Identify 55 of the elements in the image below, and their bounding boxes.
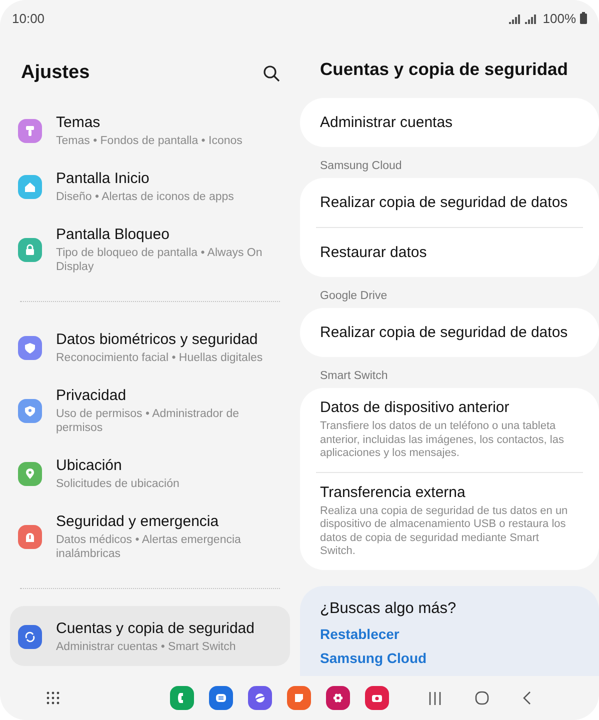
suggestions-title: ¿Buscas algo más? xyxy=(320,600,458,618)
phone-app-icon[interactable] xyxy=(170,686,194,710)
suggestion-link[interactable]: Restablecer xyxy=(320,626,400,642)
page-title: Cuentas y copia de seguridad xyxy=(320,58,568,80)
camera-app-icon[interactable] xyxy=(365,686,389,710)
item-subtitle: Solicitudes de ubicación xyxy=(56,477,180,491)
back-icon[interactable] xyxy=(523,691,531,705)
entry-description: Realiza una copia de seguridad de tus datos en un dispositivo de almacenamiento USB o restaura los datos de copia de seguridad mediante Smart Switch. xyxy=(320,504,569,558)
planet-app-icon[interactable] xyxy=(248,686,272,710)
settings-item[interactable]: Datos biométricos y seguridad Reconocimiento facial • Huellas digitales xyxy=(10,319,290,375)
entry-description: Transfiere los datos de un teléfono o una tableta anterior, incluidas las imágenes, los contactos, las aplicaciones y los mensajes. xyxy=(320,420,565,460)
battery-icon xyxy=(580,12,587,24)
item-subtitle: Uso de permisos • Administrador de permisos xyxy=(56,407,240,435)
menu-entry[interactable]: Administrar cuentas xyxy=(320,114,579,131)
item-subtitle: Administrar cuentas • Smart Switch xyxy=(56,640,237,654)
menu-entry[interactable]: Restaurar datos xyxy=(320,244,579,261)
suggestion-link[interactable]: Samsung Cloud xyxy=(320,650,427,666)
settings-item[interactable]: Pantalla Inicio Diseño • Alertas de iconos de apps xyxy=(10,158,290,214)
menu-entry[interactable]: Realizar copia de seguridad de datos xyxy=(320,194,579,211)
item-title: Temas xyxy=(56,114,102,131)
recent-apps-icon[interactable] xyxy=(429,692,441,704)
settings-title: Ajustes xyxy=(21,62,90,84)
home-button-icon[interactable] xyxy=(475,691,489,705)
item-subtitle: Temas • Fondos de pantalla • Iconos xyxy=(56,134,242,148)
signal-icon xyxy=(508,12,539,24)
item-subtitle: Tipo de bloqueo de pantalla • Always On Display xyxy=(56,246,264,274)
chat-app-icon[interactable] xyxy=(209,686,233,710)
settings-item[interactable]: Temas Temas • Fondos de pantalla • Iconos xyxy=(10,102,290,158)
menu-entry[interactable]: Transferencia externa xyxy=(320,484,577,500)
settings-item[interactable]: Pantalla Bloqueo Tipo de bloqueo de pantalla • Always On Display xyxy=(10,214,290,284)
apps-grid-icon[interactable] xyxy=(46,691,60,705)
item-subtitle: Reconocimiento facial • Huellas digitales xyxy=(56,351,263,365)
item-title: Privacidad xyxy=(56,387,128,404)
item-title: Datos biométricos y seguridad xyxy=(56,331,259,348)
item-title: Ubicación xyxy=(56,457,123,474)
menu-entry[interactable]: Realizar copia de seguridad de datos xyxy=(320,324,579,341)
item-title: Cuentas y copia de seguridad xyxy=(56,620,254,637)
item-title: Seguridad y emergencia xyxy=(56,513,220,530)
section-header: Google Drive xyxy=(319,289,388,304)
settings-item[interactable]: Seguridad y emergencia Datos médicos • Alertas emergencia inalámbricas xyxy=(10,501,290,571)
clock-time: 10:00 xyxy=(12,10,45,26)
search-icon[interactable] xyxy=(263,64,280,82)
flower-app-icon[interactable] xyxy=(326,686,350,710)
item-title: Pantalla Inicio xyxy=(56,170,150,187)
section-header: Samsung Cloud xyxy=(319,159,403,174)
item-title: Pantalla Bloqueo xyxy=(56,226,170,243)
section-header: Smart Switch xyxy=(319,369,389,384)
item-subtitle: Diseño • Alertas de iconos de apps xyxy=(56,190,234,204)
item-subtitle: Datos médicos • Alertas emergencia inalámbricas xyxy=(56,533,242,561)
settings-item[interactable]: Ubicación Solicitudes de ubicación xyxy=(10,445,290,501)
settings-item[interactable]: Privacidad Uso de permisos • Administrador de permisos xyxy=(10,375,290,445)
battery-level: 100% xyxy=(542,10,576,26)
note-app-icon[interactable] xyxy=(287,686,311,710)
menu-entry[interactable]: Datos de dispositivo anterior xyxy=(320,399,577,416)
settings-item[interactable]: Cuentas y copia de seguridad Administrar cuentas • Smart Switch xyxy=(10,606,290,666)
